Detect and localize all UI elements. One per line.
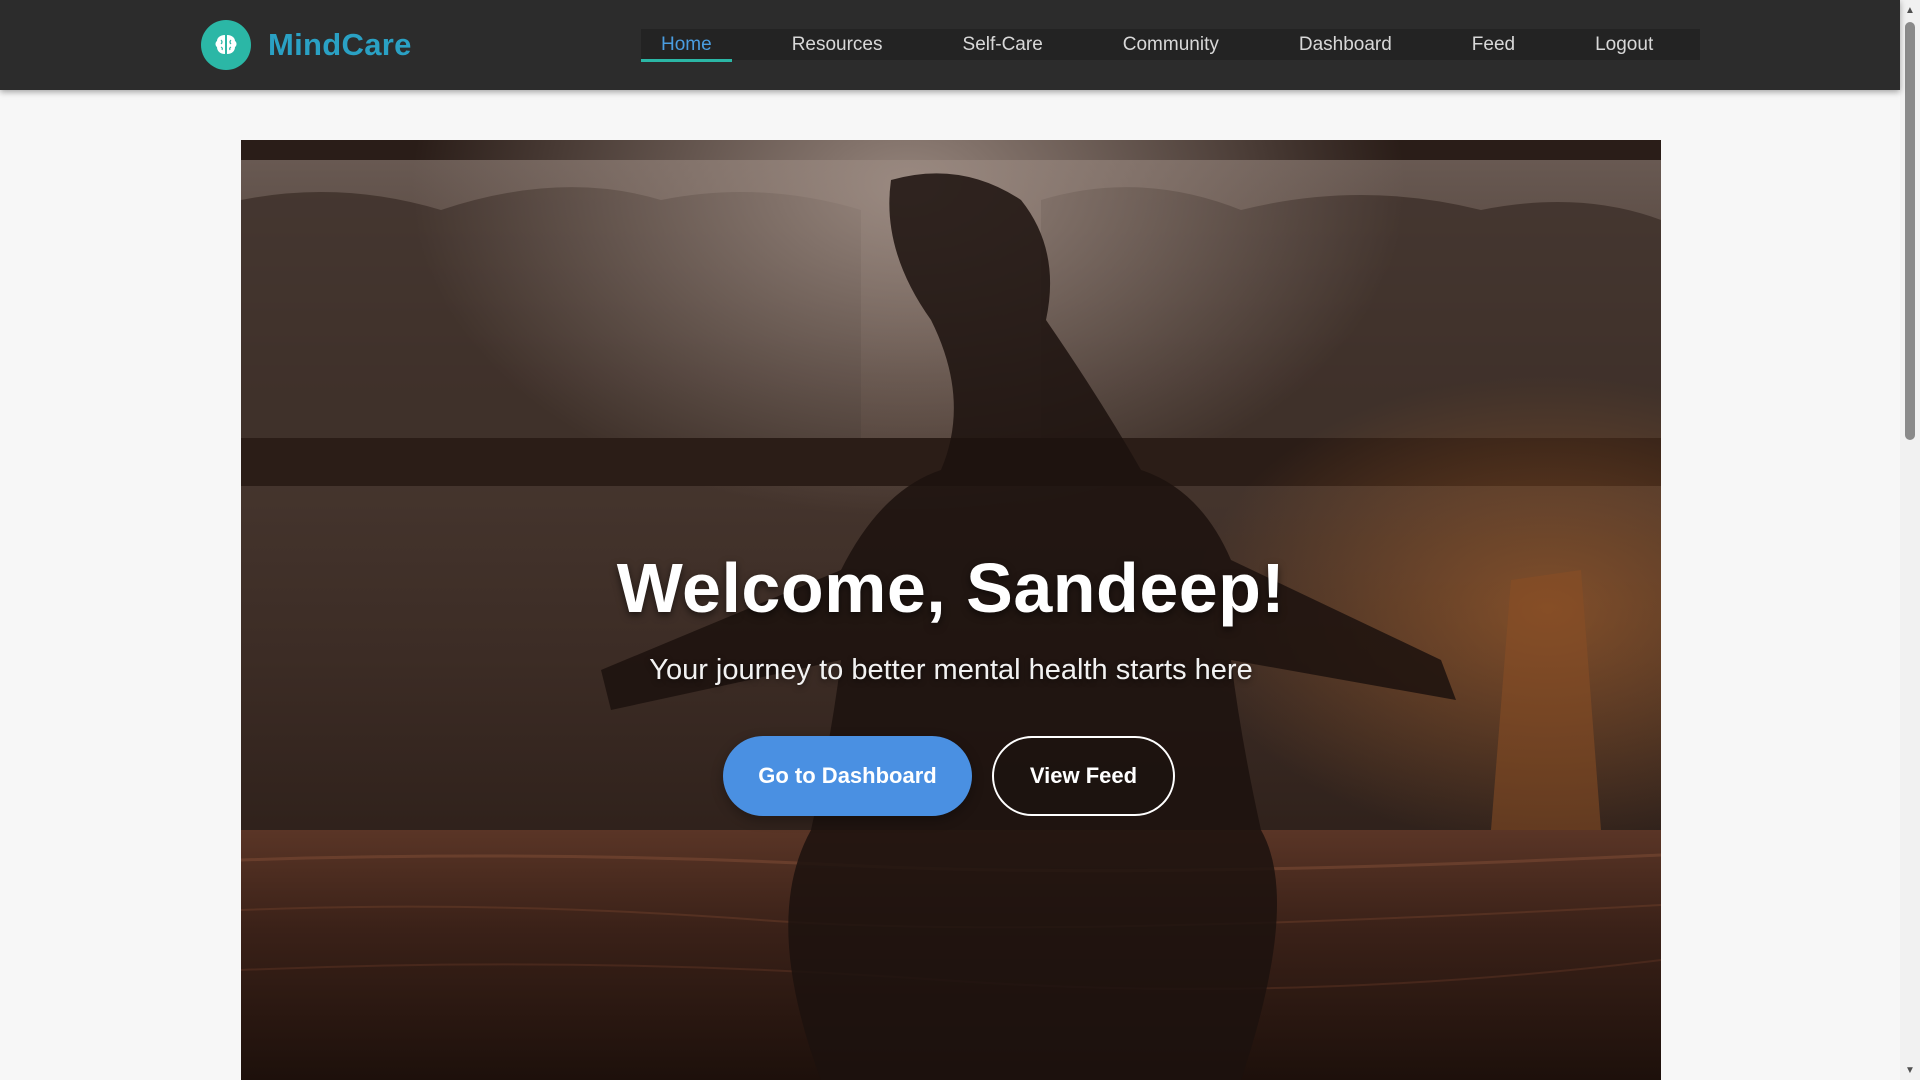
go-to-dashboard-button[interactable]: Go to Dashboard (723, 736, 972, 816)
nav-item-home[interactable]: Home (641, 29, 732, 62)
hero-content: Welcome, Sandeep! Your journey to better… (241, 140, 1661, 1080)
nav-item-feed[interactable]: Feed (1452, 29, 1535, 60)
nav-item-self-care[interactable]: Self-Care (943, 29, 1063, 60)
brain-icon (201, 20, 251, 70)
scroll-down-arrow-icon[interactable]: ▼ (1900, 1060, 1920, 1080)
scrollbar-thumb[interactable] (1905, 22, 1915, 440)
nav-item-dashboard[interactable]: Dashboard (1279, 29, 1412, 60)
hero-banner: Welcome, Sandeep! Your journey to better… (241, 140, 1661, 1080)
nav-item-resources[interactable]: Resources (772, 29, 903, 60)
view-feed-button[interactable]: View Feed (992, 736, 1175, 816)
top-navbar: MindCare Home Resources Self-Care Commun… (0, 0, 1900, 90)
nav-links: Home Resources Self-Care Community Dashb… (641, 29, 1700, 62)
brand-name: MindCare (268, 27, 412, 62)
hero-subtitle: Your journey to better mental health sta… (649, 654, 1253, 686)
vertical-scrollbar[interactable]: ▲ ▼ (1900, 0, 1920, 1080)
brand[interactable]: MindCare (201, 20, 412, 70)
hero-title: Welcome, Sandeep! (616, 549, 1286, 627)
nav-item-logout[interactable]: Logout (1575, 29, 1673, 60)
scroll-up-arrow-icon[interactable]: ▲ (1900, 0, 1920, 20)
nav-item-community[interactable]: Community (1103, 29, 1239, 60)
